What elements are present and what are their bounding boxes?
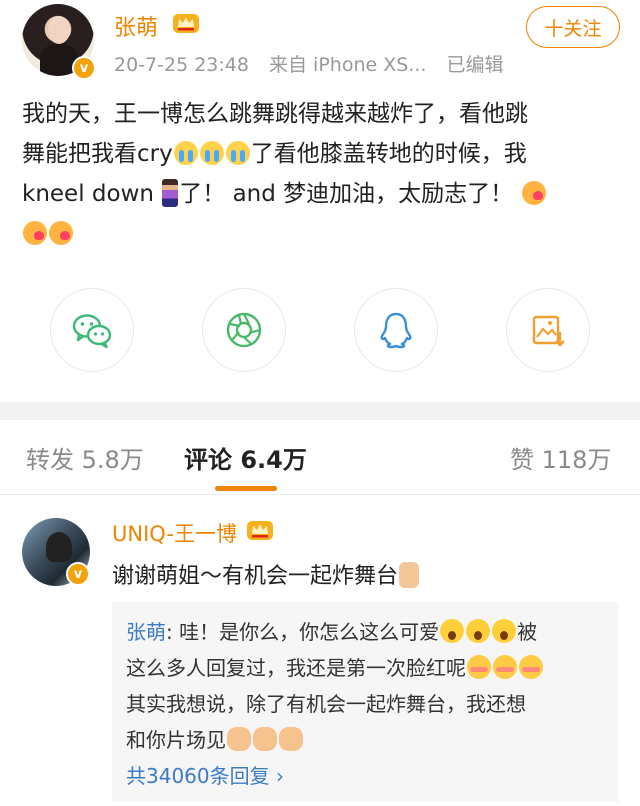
heart-face-emoji-icon: [49, 221, 73, 245]
post-text-line3b: 了！ and 梦迪加油，太励志了！: [179, 181, 514, 207]
crown-icon: [247, 521, 273, 540]
crying-emoji-icon: [173, 141, 198, 165]
share-moments-button[interactable]: [202, 288, 286, 372]
qq-icon: [380, 312, 412, 349]
moments-icon: [226, 312, 262, 348]
tab-repost[interactable]: 转发 5.8万: [26, 440, 144, 475]
reply-text: 张萌: 哇！是你么，你怎么这么可爱 被 这么多人回复过，我还是第一次脸红呢 其实我…: [126, 614, 604, 758]
crying-emoji-icon: [225, 141, 250, 165]
kneeling-person-emoji-icon: [162, 179, 179, 207]
save-image-icon: [532, 315, 565, 347]
verified-badge-icon: v: [66, 562, 90, 586]
post-text: 我的天，王一博怎么跳舞跳得越来越炸了，看他跳 舞能把我看cry 了看他膝盖转地的时…: [22, 94, 620, 254]
blushing-face-emoji-icon: [467, 655, 491, 679]
post-source: 来自 iPhone XS...: [269, 54, 427, 76]
post-time: 20-7-25 23:48: [114, 54, 249, 76]
post-edited: 已编辑: [446, 54, 504, 76]
verified-badge-icon: v: [72, 56, 96, 80]
blushing-face-emoji-icon: [519, 655, 543, 679]
clapping-hands-emoji-icon: [227, 727, 251, 751]
reply-line2: 这么多人回复过，我还是第一次脸红呢: [126, 656, 466, 680]
reply-line3: 其实我想说，除了有机会一起炸舞台，我还想: [126, 692, 526, 716]
avatar-figure: [46, 532, 72, 562]
avatar-face: [48, 16, 70, 44]
tab-comments[interactable]: 评论 6.4万: [184, 440, 307, 475]
post-text-line2b: 了看他膝盖转地的时候，我: [250, 141, 527, 167]
heart-face-emoji-icon: [23, 221, 47, 245]
shocked-face-emoji-icon: [440, 619, 465, 643]
reply-line4: 和你片场见: [126, 728, 226, 752]
share-qq-button[interactable]: [354, 288, 438, 372]
tab-likes[interactable]: 赞 118万: [510, 440, 611, 475]
reply-line1b: 被: [517, 620, 538, 644]
reply-line1a: 哇！是你么，你怎么这么可爱: [179, 620, 440, 644]
shocked-face-emoji-icon: [466, 619, 491, 643]
crying-emoji-icon: [199, 141, 224, 165]
post-author-name[interactable]: 张萌: [114, 10, 158, 42]
clapping-hands-emoji-icon: [279, 727, 303, 751]
post-text-line3a: kneel down: [22, 181, 162, 207]
post-meta: 20-7-25 23:48 来自 iPhone XS... 已编辑: [114, 50, 517, 77]
post-text-line2a: 舞能把我看cry: [22, 141, 173, 167]
post-text-line1: 我的天，王一博怎么跳舞跳得越来越炸了，看他跳: [22, 101, 528, 127]
crown-icon: [173, 14, 199, 33]
blushing-face-emoji-icon: [493, 655, 517, 679]
shocked-face-emoji-icon: [492, 619, 517, 643]
tabs-divider: [0, 494, 640, 495]
reply-author-name[interactable]: 张萌: [126, 620, 166, 644]
reply-preview[interactable]: 张萌: 哇！是你么，你怎么这么可爱 被 这么多人回复过，我还是第一次脸红呢 其实我…: [112, 602, 618, 802]
rock-on-hand-emoji-icon: [399, 562, 420, 588]
active-tab-indicator: [215, 486, 277, 491]
view-all-replies-link[interactable]: 共34060条回复 ›: [126, 760, 284, 789]
comment-body: 谢谢萌姐～有机会一起炸舞台: [112, 564, 399, 589]
save-image-button[interactable]: [506, 288, 590, 372]
clapping-hands-emoji-icon: [253, 727, 277, 751]
heart-face-emoji-icon: [521, 181, 546, 205]
comment-author-name[interactable]: UNIQ-王一博: [112, 518, 237, 548]
follow-button[interactable]: 十关注: [526, 6, 620, 48]
share-wechat-button[interactable]: [50, 288, 134, 372]
comment-text: 谢谢萌姐～有机会一起炸舞台: [112, 558, 420, 590]
reply-separator: :: [166, 620, 180, 644]
wechat-icon: [72, 314, 112, 349]
section-divider: [0, 402, 640, 420]
